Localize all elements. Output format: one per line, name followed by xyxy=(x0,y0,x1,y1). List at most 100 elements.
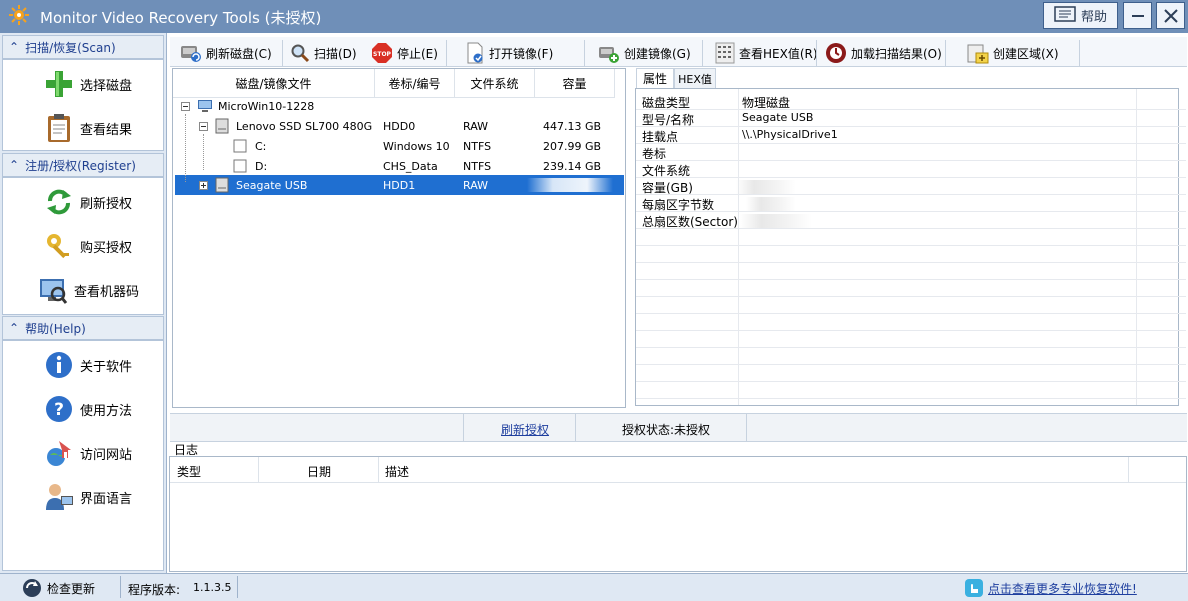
property-row xyxy=(636,297,1186,314)
tab-properties[interactable]: 属性 xyxy=(636,68,674,88)
table-row[interactable]: Lenovo SSD SL700 480G HDD0 RAW 447.13 GB xyxy=(173,116,621,136)
sidebar-item-buy-license[interactable]: 购买授权 xyxy=(3,226,163,266)
sidebar-section-body: 刷新授权 购买授权 查看机器码 xyxy=(2,177,164,315)
log-column-description[interactable]: 描述 xyxy=(385,463,409,480)
disk-capacity: 239.14 GB xyxy=(543,159,602,173)
sidebar-section-body: 关于软件 ? 使用方法 访问网站 界面语言 xyxy=(2,340,164,571)
table-row[interactable]: C: Windows 10 NTFS 207.99 GB xyxy=(173,136,621,156)
tree-expand-icon[interactable] xyxy=(199,175,208,195)
tree-collapse-icon[interactable] xyxy=(181,96,190,116)
version-number: 1.1.3.5 xyxy=(193,581,232,594)
home-globe-icon xyxy=(43,437,75,469)
column-header-label[interactable]: 卷标/编号 xyxy=(375,69,455,98)
disk-label: CHS_Data xyxy=(383,159,438,173)
hard-drive-icon xyxy=(215,175,229,195)
stop-label: 停止(E) xyxy=(397,46,438,61)
promo-link-button[interactable]: 点击查看更多专业恢复软件! xyxy=(964,578,1137,598)
column-divider xyxy=(258,457,259,483)
view-hex-button[interactable]: 查看HEX值(R) xyxy=(715,40,818,66)
table-row-selected[interactable]: Seagate USB HDD1 RAW xyxy=(175,175,624,195)
check-update-label: 检查更新 xyxy=(47,581,96,596)
open-image-icon xyxy=(467,42,483,64)
load-results-button[interactable]: 加载扫描结果(O) xyxy=(825,40,942,66)
sidebar-item-about[interactable]: 关于软件 xyxy=(3,345,163,385)
property-row xyxy=(636,331,1186,348)
sidebar-item-refresh-license[interactable]: 刷新授权 xyxy=(3,182,163,222)
help-icon xyxy=(1054,5,1076,26)
tab-hex[interactable]: HEX值 xyxy=(674,68,716,88)
redacted-value xyxy=(736,180,796,194)
sidebar: ⌃ 扫描/恢复(Scan) 选择磁盘 查看结果 ⌃ 注册/授权(Register… xyxy=(0,33,167,573)
version-label: 程序版本: xyxy=(128,583,181,597)
sidebar-item-view-results[interactable]: 查看结果 xyxy=(3,108,163,148)
sidebar-item-label: 查看结果 xyxy=(80,122,133,138)
sidebar-item-usage[interactable]: ? 使用方法 xyxy=(3,389,163,429)
property-row: 容量(GB) xyxy=(636,178,1186,195)
toolbar-divider xyxy=(945,40,946,66)
column-divider xyxy=(378,457,379,483)
refresh-license-link[interactable]: 刷新授权 xyxy=(501,421,549,438)
property-key: 挂载点 xyxy=(642,130,679,144)
strip-divider xyxy=(575,414,576,441)
table-row[interactable]: MicroWin10-1228 xyxy=(173,96,621,116)
close-icon xyxy=(1163,8,1178,23)
sidebar-item-select-disk[interactable]: 选择磁盘 xyxy=(3,64,163,104)
create-image-label: 创建镜像(G) xyxy=(624,46,691,61)
toolbar-divider xyxy=(1079,40,1080,66)
create-region-label: 创建区域(X) xyxy=(993,46,1059,61)
close-button[interactable] xyxy=(1156,2,1185,29)
sidebar-item-label: 购买授权 xyxy=(80,240,133,256)
open-image-button[interactable]: 打开镜像(F) xyxy=(465,40,553,66)
sidebar-item-visit-website[interactable]: 访问网站 xyxy=(3,433,163,473)
disk-label: Windows 10 xyxy=(383,139,450,153)
table-row[interactable]: D: CHS_Data NTFS 239.14 GB xyxy=(173,156,621,176)
sidebar-item-label: 查看机器码 xyxy=(74,284,140,300)
log-column-type[interactable]: 类型 xyxy=(177,463,201,480)
properties-grid: 磁盘类型 物理磁盘 型号/名称 Seagate USB 挂载点 \\.\Physica… xyxy=(635,88,1186,406)
sidebar-section-title: 扫描/恢复(Scan) xyxy=(25,40,116,55)
tree-line xyxy=(185,114,186,182)
toolbar-divider xyxy=(584,40,585,66)
create-region-button[interactable]: 创建区域(X) xyxy=(967,40,1059,66)
toolbar-divider xyxy=(446,40,447,66)
sidebar-section-register[interactable]: ⌃ 注册/授权(Register) xyxy=(2,153,164,177)
disk-name: C: xyxy=(255,139,267,153)
disk-filesystem: RAW xyxy=(463,119,488,133)
property-row xyxy=(636,246,1186,263)
app-logo-icon xyxy=(8,4,30,26)
property-key: 磁盘类型 xyxy=(642,96,691,110)
sidebar-item-machine-code[interactable]: 查看机器码 xyxy=(3,270,163,310)
svg-text:?: ? xyxy=(54,400,64,420)
minimize-button[interactable] xyxy=(1123,2,1152,29)
redacted-capacity xyxy=(527,178,613,192)
sidebar-section-scan[interactable]: ⌃ 扫描/恢复(Scan) xyxy=(2,35,164,59)
minimize-icon xyxy=(1131,14,1144,17)
property-row: 磁盘类型 物理磁盘 xyxy=(636,93,1186,110)
sidebar-item-language[interactable]: 界面语言 xyxy=(3,477,163,517)
property-value: \\.\PhysicalDrive1 xyxy=(742,128,838,141)
sidebar-item-label: 访问网站 xyxy=(80,447,133,463)
refresh-disk-label: 刷新磁盘(C) xyxy=(206,46,272,61)
status-bar: 检查更新 程序版本: 1.1.3.5 点击查看更多专业恢复软件! xyxy=(0,573,1188,601)
tree-collapse-icon[interactable] xyxy=(199,116,208,136)
property-row: 卷标 xyxy=(636,144,1186,161)
disk-capacity: 447.13 GB xyxy=(543,119,602,133)
column-header-capacity[interactable]: 容量 xyxy=(535,69,615,98)
check-update-button[interactable]: 检查更新 xyxy=(22,578,95,598)
stop-button[interactable]: STOP 停止(E) xyxy=(371,40,438,66)
help-button[interactable]: 帮助 xyxy=(1043,2,1118,29)
column-header-filesystem[interactable]: 文件系统 xyxy=(455,69,535,98)
column-header-disk[interactable]: 磁盘/镜像文件 xyxy=(173,69,375,98)
sidebar-section-title: 帮助(Help) xyxy=(25,321,86,336)
property-row xyxy=(636,280,1186,297)
refresh-disk-button[interactable]: 刷新磁盘(C) xyxy=(180,40,272,66)
property-row xyxy=(636,365,1186,382)
license-status-text: 授权状态:未授权 xyxy=(622,423,711,437)
sidebar-item-label: 关于软件 xyxy=(80,359,133,375)
refresh-icon xyxy=(43,186,75,218)
sidebar-section-help[interactable]: ⌃ 帮助(Help) xyxy=(2,316,164,340)
disk-label: HDD1 xyxy=(383,178,416,192)
log-column-date[interactable]: 日期 xyxy=(307,463,331,480)
create-image-button[interactable]: 创建镜像(G) xyxy=(598,40,691,66)
scan-button[interactable]: 扫描(D) xyxy=(290,40,357,66)
